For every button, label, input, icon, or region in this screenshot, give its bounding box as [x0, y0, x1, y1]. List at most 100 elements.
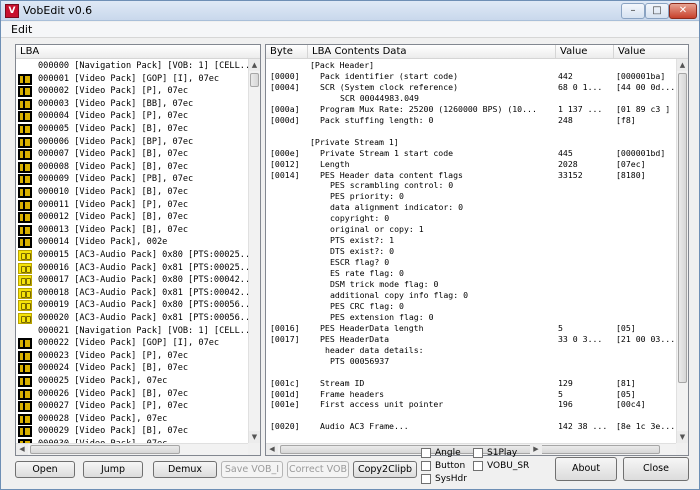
lba-list-item[interactable]: 000002 [Video Pack] [P], 07ec: [16, 85, 248, 98]
lba-contents-panel[interactable]: Byte LBA Contents Data Value Value [Pack…: [265, 44, 689, 456]
checkbox-box[interactable]: [421, 474, 431, 484]
maximize-icon[interactable]: □: [645, 3, 669, 19]
lba-list-item[interactable]: 000011 [Video Pack] [P], 07ec: [16, 199, 248, 212]
scroll-up-icon[interactable]: ▲: [249, 59, 260, 71]
lba-list-item[interactable]: 000008 [Video Pack] [B], 07ec: [16, 161, 248, 174]
table-row[interactable]: additional copy info flag: 0: [266, 290, 676, 301]
minimize-icon[interactable]: –: [621, 3, 645, 19]
table-row[interactable]: [001c] Stream ID 129 [81]: [266, 378, 676, 389]
table-row[interactable]: [Pack Header]: [266, 60, 676, 71]
table-row[interactable]: [Private Stream 1]: [266, 137, 676, 148]
lba-list-item[interactable]: 000024 [Video Pack] [B], 07ec: [16, 362, 248, 375]
checkbox-box[interactable]: [421, 448, 431, 458]
table-row[interactable]: PTS 00056937: [266, 356, 676, 367]
table-row[interactable]: SCR 00044983.049: [266, 93, 676, 104]
table-row[interactable]: copyright: 0: [266, 213, 676, 224]
lba-list-item[interactable]: 000022 [Video Pack] [GOP] [I], 07ec: [16, 337, 248, 350]
open-button[interactable]: Open: [15, 461, 75, 478]
lba-list-item[interactable]: 000016 [AC3-Audio Pack] 0x81 [PTS:00025.…: [16, 262, 248, 275]
table-row[interactable]: [266, 410, 676, 421]
scroll-left-icon[interactable]: ◀: [266, 444, 278, 455]
lba-list-item[interactable]: 000007 [Video Pack] [B], 07ec: [16, 148, 248, 161]
correct-vob-button[interactable]: Correct VOB: [287, 461, 349, 478]
contents-column-header[interactable]: LBA Contents Data: [308, 45, 556, 59]
scroll-left-icon[interactable]: ◀: [16, 444, 28, 455]
lba-list-item[interactable]: 000015 [AC3-Audio Pack] 0x80 [PTS:00025.…: [16, 249, 248, 262]
lba-list-item[interactable]: 000028 [Video Pack], 07ec: [16, 413, 248, 426]
byte-column-header[interactable]: Byte: [266, 45, 308, 59]
table-row[interactable]: [0012] Length 2028 [07ec]: [266, 159, 676, 170]
lba-vertical-scrollbar[interactable]: ▲ ▼: [248, 59, 260, 443]
table-row[interactable]: [0020] Audio AC3 Frame... 142 38 ... [8e 1c…: [266, 421, 676, 432]
lba-list-item[interactable]: 000017 [AC3-Audio Pack] 0x80 [PTS:00042.…: [16, 274, 248, 287]
contents-vertical-scrollbar[interactable]: ▲ ▼: [676, 59, 688, 443]
checkbox-box[interactable]: [473, 461, 483, 471]
table-row[interactable]: [000a] Program Mux Rate: 25200 (1260000 B…: [266, 104, 676, 115]
table-row[interactable]: PTS exist?: 1: [266, 235, 676, 246]
close-button[interactable]: Close: [623, 457, 689, 481]
table-row[interactable]: original or copy: 1: [266, 224, 676, 235]
table-row[interactable]: data alignment indicator: 0: [266, 202, 676, 213]
table-row[interactable]: DSM trick mode flag: 0: [266, 279, 676, 290]
table-row[interactable]: ESCR flag? 0: [266, 257, 676, 268]
table-row[interactable]: [0016] PES HeaderData length 5 [05]: [266, 323, 676, 334]
hex-value-column-header[interactable]: Value: [614, 45, 688, 59]
table-row[interactable]: PES scrambling control: 0: [266, 180, 676, 191]
table-row[interactable]: [266, 367, 676, 378]
lba-list-item[interactable]: 000029 [Video Pack] [B], 07ec: [16, 425, 248, 438]
menu-edit[interactable]: Edit: [11, 23, 32, 36]
save-vob-button[interactable]: Save VOB_I: [221, 461, 283, 478]
scroll-thumb[interactable]: [280, 445, 660, 454]
checkbox-box[interactable]: [473, 448, 483, 458]
scroll-thumb[interactable]: [30, 445, 180, 454]
scroll-down-icon[interactable]: ▼: [249, 431, 260, 443]
close-window-icon[interactable]: ✕: [669, 3, 697, 19]
lba-list-item[interactable]: 000004 [Video Pack] [P], 07ec: [16, 110, 248, 123]
lba-horizontal-scrollbar[interactable]: ◀ ▶: [16, 443, 248, 455]
table-row[interactable]: [000d] Pack stuffing length: 0 248 [f8]: [266, 115, 676, 126]
lba-list-item[interactable]: 000020 [AC3-Audio Pack] 0x81 [PTS:00056.…: [16, 312, 248, 325]
checkbox-box[interactable]: [421, 461, 431, 471]
table-row[interactable]: [0004] SCR (System clock reference) 68 0 1…: [266, 82, 676, 93]
value-column-header[interactable]: Value: [556, 45, 614, 59]
table-row[interactable]: [266, 126, 676, 137]
scroll-up-icon[interactable]: ▲: [677, 59, 688, 71]
lba-list-item[interactable]: 000003 [Video Pack] [BB], 07ec: [16, 98, 248, 111]
lba-list-item[interactable]: 000014 [Video Pack], 002e: [16, 236, 248, 249]
lba-list-item[interactable]: 000006 [Video Pack] [BP], 07ec: [16, 136, 248, 149]
lba-list-item[interactable]: 000013 [Video Pack] [B], 07ec: [16, 224, 248, 237]
table-row[interactable]: [001e] First access unit pointer 196 [00c4]: [266, 399, 676, 410]
lba-list-item[interactable]: 000010 [Video Pack] [B], 07ec: [16, 186, 248, 199]
table-row[interactable]: [000e] Private Stream 1 start code 445 [000…: [266, 148, 676, 159]
table-row[interactable]: ES rate flag: 0: [266, 268, 676, 279]
lba-list-item[interactable]: 000012 [Video Pack] [B], 07ec: [16, 211, 248, 224]
lba-list-item[interactable]: 000001 [Video Pack] [GOP] [I], 07ec: [16, 73, 248, 86]
copy-to-clipboard-button[interactable]: Copy2Clipb: [353, 461, 417, 478]
lba-list-item[interactable]: 000005 [Video Pack] [B], 07ec: [16, 123, 248, 136]
jump-button[interactable]: Jump: [83, 461, 143, 478]
lba-list-item[interactable]: 000021 [Navigation Pack] [VOB: 1] [CELL.…: [16, 325, 248, 338]
table-row[interactable]: DTS exist?: 0: [266, 246, 676, 257]
lba-list-panel[interactable]: LBA 000000 [Navigation Pack] [VOB: 1] [C…: [15, 44, 261, 456]
scroll-down-icon[interactable]: ▼: [677, 431, 688, 443]
lba-list-item[interactable]: 000009 [Video Pack] [PB], 07ec: [16, 173, 248, 186]
lba-column-header[interactable]: LBA: [16, 45, 260, 59]
table-row[interactable]: [0000] Pack identifier (start code) 442 [00…: [266, 71, 676, 82]
lba-list-item[interactable]: 000000 [Navigation Pack] [VOB: 1] [CELL.…: [16, 60, 248, 73]
lba-list-item[interactable]: 000025 [Video Pack], 07ec: [16, 375, 248, 388]
scroll-thumb[interactable]: [250, 73, 259, 87]
contents-horizontal-scrollbar[interactable]: ◀ ▶: [266, 443, 676, 455]
table-row[interactable]: [0017] PES HeaderData 33 0 3... [21 00 03..…: [266, 334, 676, 345]
about-button[interactable]: About: [555, 457, 617, 481]
scroll-thumb[interactable]: [678, 73, 687, 383]
lba-list-item[interactable]: 000023 [Video Pack] [P], 07ec: [16, 350, 248, 363]
table-row[interactable]: [001d] Frame headers 5 [05]: [266, 389, 676, 400]
table-row[interactable]: PES priority: 0: [266, 191, 676, 202]
lba-list-item[interactable]: 000019 [AC3-Audio Pack] 0x80 [PTS:00056.…: [16, 299, 248, 312]
demux-button[interactable]: Demux: [153, 461, 217, 478]
table-row[interactable]: PES CRC flag: 0: [266, 301, 676, 312]
lba-list-item[interactable]: 000026 [Video Pack] [B], 07ec: [16, 388, 248, 401]
table-row[interactable]: [0014] PES Header data content flags 33152…: [266, 170, 676, 181]
table-row[interactable]: header data details:: [266, 345, 676, 356]
scroll-right-icon[interactable]: ▶: [530, 444, 542, 455]
